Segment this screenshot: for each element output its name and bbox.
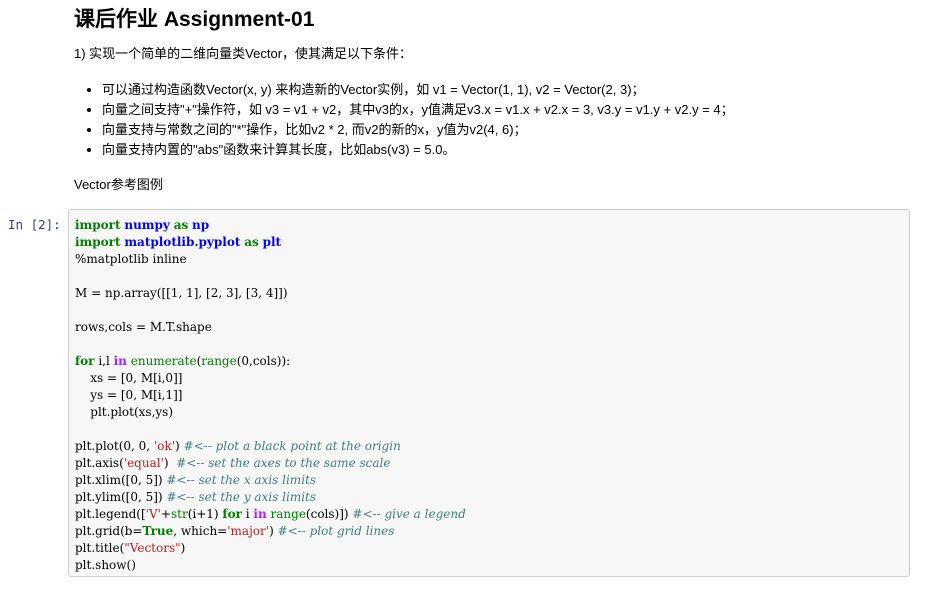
assignment-intro: 1) 实现一个简单的二维向量类Vector，使其满足以下条件： [74,46,413,61]
code-cell-editor[interactable]: import numpy as np import matplotlib.pyp… [68,209,910,577]
code-line: %matplotlib inline [75,252,187,266]
code-line: import matplotlib.pyplot as plt [75,235,282,249]
requirement-item: 可以通过构造函数Vector(x, y) 来构造新的Vector实例，如 v1 … [102,80,734,100]
code-line: plt.show() [75,558,136,572]
code-line: ys = [0, M[i,1]] [75,388,183,402]
requirements-list: 可以通过构造函数Vector(x, y) 来构造新的Vector实例，如 v1 … [74,80,734,160]
code-line: plt.xlim([0, 5]) #<-- set the x axis lim… [75,473,317,487]
requirement-item: 向量之间支持"+"操作符，如 v3 = v1 + v2，其中v3的x，y值满足v… [102,100,734,120]
reference-figure-label: Vector参考图例 [74,177,163,192]
code-line: plt.plot(0, 0, 'ok') #<-- plot a black p… [75,439,401,453]
code-line: plt.legend(['V'+str(i+1) for i in range(… [75,507,466,521]
code-line: import numpy as np [75,218,210,232]
code-line: plt.plot(xs,ys) [75,405,174,419]
requirement-item: 向量支持与常数之间的"*"操作，比如v2 * 2, 而v2的新的x，y值为v2(… [102,120,734,140]
code-line: plt.title("Vectors") [75,541,186,555]
code-line: plt.axis('equal') #<-- set the axes to t… [75,456,391,470]
notebook-title: 课后作业 Assignment-01 [74,8,315,31]
code-line: rows,cols = M.T.shape [75,320,212,334]
code-line: M = np.array([[1, 1], [2, 3], [3, 4]]) [75,286,288,300]
requirement-item: 向量支持内置的"abs"函数来计算其长度，比如abs(v3) = 5.0。 [102,140,734,160]
code-line: for i,l in enumerate(range(0,cols)): [75,354,291,368]
code-line: plt.grid(b=True, which='major') #<-- plo… [75,524,395,538]
cell-input-prompt: In [2]: [8,217,61,232]
code-line: xs = [0, M[i,0]] [75,371,183,385]
code-text[interactable]: import numpy as np import matplotlib.pyp… [75,217,903,574]
code-line: plt.ylim([0, 5]) #<-- set the y axis lim… [75,490,317,504]
